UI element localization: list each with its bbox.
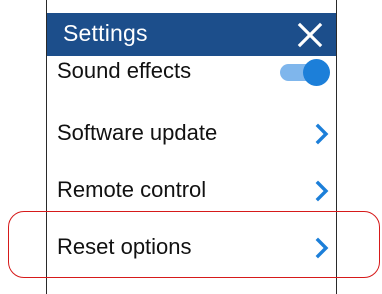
- close-icon: [297, 22, 323, 48]
- settings-item-software-update[interactable]: Software update: [47, 113, 336, 155]
- sound-effects-toggle[interactable]: [278, 59, 330, 87]
- settings-item-reset-options[interactable]: Reset options: [47, 227, 336, 269]
- settings-panel: Settings Sound effects Software update R: [46, 0, 337, 294]
- settings-item-label: Remote control: [57, 177, 207, 202]
- settings-item-sound-effects[interactable]: Sound effects: [47, 56, 336, 98]
- chevron-right-icon: [315, 180, 329, 202]
- chevron-right-icon: [315, 237, 329, 259]
- settings-item-label: Reset options: [57, 234, 192, 259]
- screen: Settings Sound effects Software update R: [0, 0, 382, 294]
- settings-item-label: Software update: [57, 120, 218, 145]
- close-button[interactable]: [296, 21, 324, 49]
- chevron-right-icon: [315, 123, 329, 145]
- toggle-knob: [303, 59, 330, 86]
- settings-item-remote-control[interactable]: Remote control: [47, 170, 336, 212]
- settings-item-label: Sound effects: [57, 58, 192, 83]
- settings-header: Settings: [47, 13, 336, 56]
- settings-title: Settings: [63, 20, 148, 46]
